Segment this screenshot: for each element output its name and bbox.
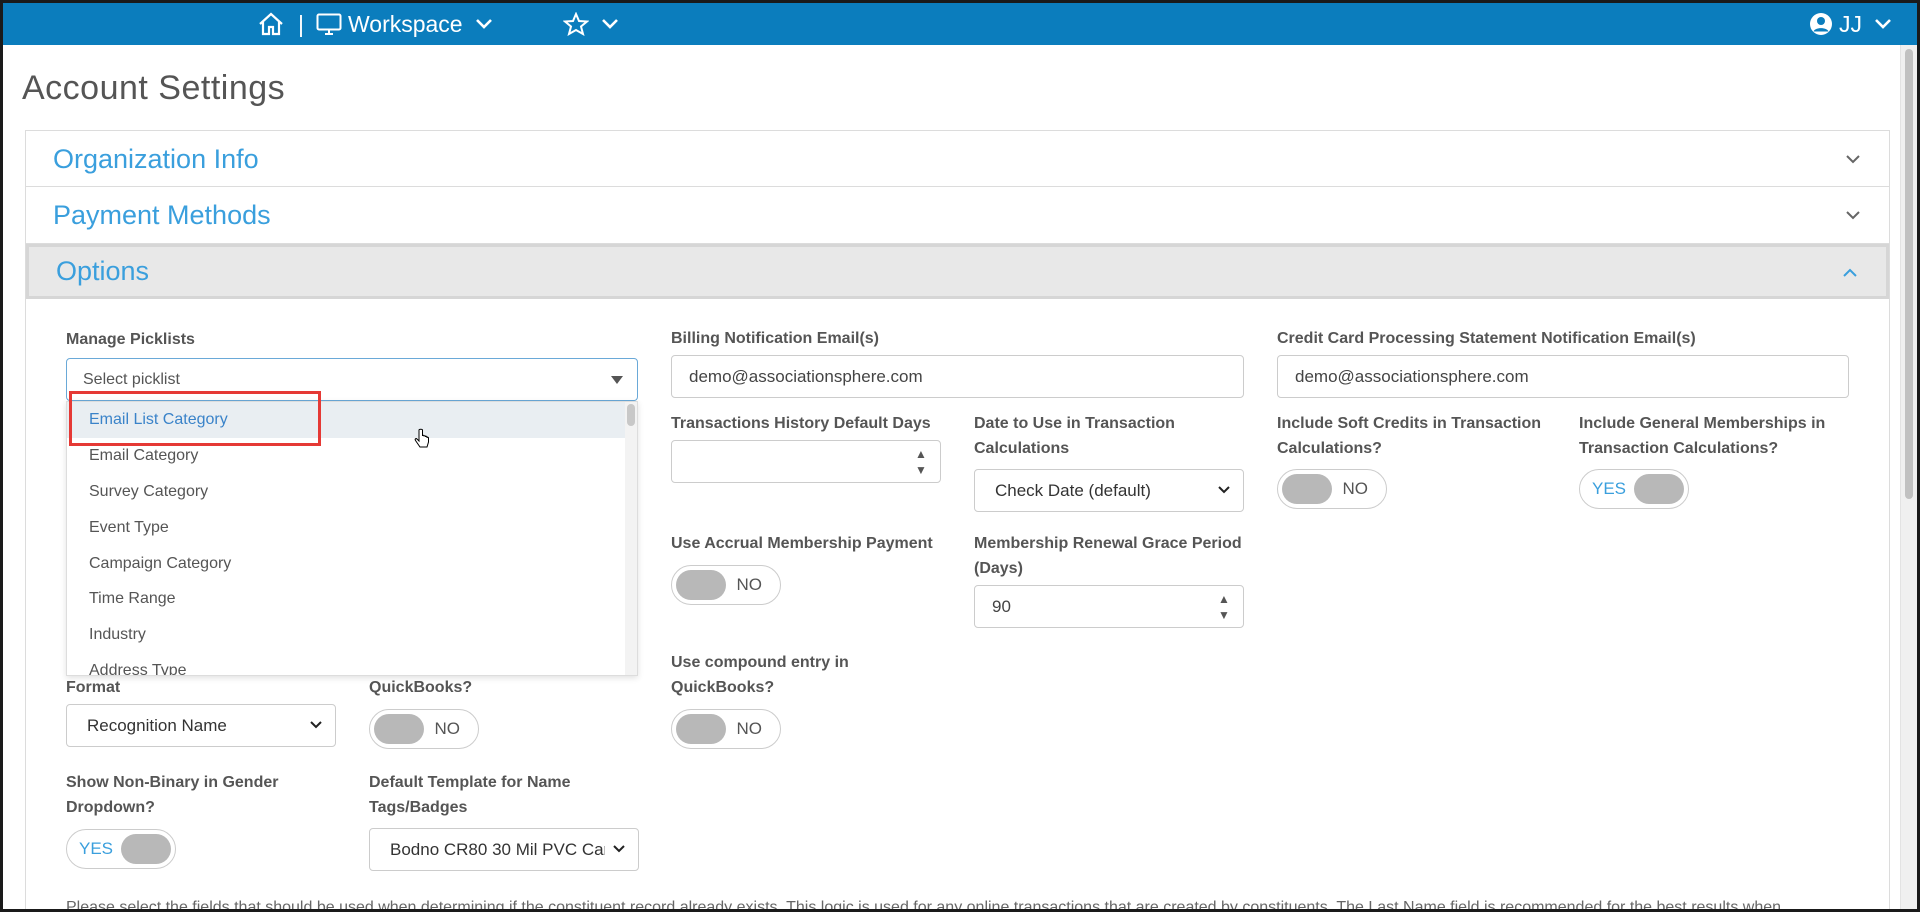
monitor-icon[interactable] [316, 13, 342, 35]
number-stepper[interactable]: ▲ ▼ [914, 446, 928, 478]
caret-down-icon[interactable] [597, 359, 637, 400]
chevron-down-icon[interactable] [1845, 151, 1861, 169]
page-title: Account Settings [22, 69, 286, 107]
nav-separator: | [298, 10, 304, 37]
name-tag-template-value: Bodno CR80 30 Mil PVC Card [390, 839, 605, 859]
user-menu[interactable]: JJ [1839, 11, 1862, 38]
highlight-annotation-box [69, 391, 321, 446]
cc-statement-email-label: Credit Card Processing Statement Notific… [1277, 330, 1696, 347]
picklist-option[interactable]: Email Category [89, 447, 198, 465]
scrollbar-thumb[interactable] [1905, 49, 1913, 499]
section-payment-methods[interactable]: Payment Methods [25, 186, 1890, 244]
chevron-down-icon [309, 717, 323, 738]
chevron-down-icon [612, 841, 626, 862]
format-label: Format [66, 679, 121, 696]
toggle-state: NO [1342, 479, 1369, 498]
general-memberships-label: Include General Memberships in Transacti… [1579, 415, 1826, 457]
top-nav-bar: | Workspace JJ [3, 3, 1917, 45]
section-title[interactable]: Payment Methods [53, 200, 271, 231]
field-value: 90 [992, 596, 1011, 616]
general-memberships-toggle[interactable]: YES [1579, 469, 1689, 509]
scrollbar-thumb[interactable] [627, 404, 635, 426]
renewal-grace-field[interactable]: 90 ▲ ▼ [974, 585, 1244, 628]
quickbooks-toggle[interactable]: NO [369, 709, 479, 749]
accrual-payment-label: Use Accrual Membership Payment [671, 535, 933, 552]
cc-statement-email-field[interactable]: demo@associationsphere.com [1277, 355, 1849, 398]
format-select[interactable]: Recognition Name [66, 704, 336, 747]
chevron-down-icon [1217, 482, 1231, 503]
star-icon[interactable] [563, 12, 589, 36]
duplicate-check-description: Please select the fields that should be … [66, 899, 1782, 912]
page-scrollbar[interactable] [1900, 45, 1917, 909]
chevron-down-icon[interactable] [1874, 18, 1892, 30]
quickbooks-label: QuickBooks? [369, 679, 473, 696]
billing-email-label: Billing Notification Email(s) [671, 330, 880, 347]
toggle-knob [676, 714, 726, 744]
chevron-down-icon[interactable] [475, 18, 493, 30]
toggle-state: YES [1592, 479, 1627, 498]
soft-credits-toggle[interactable]: NO [1277, 469, 1387, 509]
toggle-state: YES [79, 839, 114, 858]
name-tag-template-label: Default Template for Name Tags/Badges [369, 774, 571, 816]
transactions-history-days-label: Transactions History Default Days [671, 415, 931, 432]
chevron-down-icon[interactable] [1845, 207, 1861, 225]
section-title[interactable]: Organization Info [53, 144, 259, 175]
app-window: | Workspace JJ Account Settings Organiza… [0, 0, 1920, 912]
renewal-grace-label: Membership Renewal Grace Period (Days) [974, 535, 1242, 577]
toggle-knob [121, 834, 171, 864]
non-binary-label: Show Non-Binary in Gender Dropdown? [66, 774, 279, 816]
format-value: Recognition Name [87, 715, 227, 735]
compound-entry-toggle[interactable]: NO [671, 709, 781, 749]
picklist-option[interactable]: Survey Category [89, 483, 208, 501]
picklist-option[interactable]: Time Range [89, 590, 176, 608]
dropdown-scrollbar[interactable] [625, 402, 637, 675]
picklist-option[interactable]: Event Type [89, 519, 169, 537]
picklist-placeholder: Select picklist [83, 371, 180, 388]
date-in-transaction-select[interactable]: Check Date (default) [974, 469, 1244, 512]
date-in-transaction-label: Date to Use in Transaction Calculations [974, 415, 1175, 457]
chevron-up-icon[interactable] [1842, 265, 1858, 283]
billing-email-field[interactable]: demo@associationsphere.com [671, 355, 1244, 398]
toggle-knob [1634, 474, 1684, 504]
section-title[interactable]: Options [56, 256, 149, 287]
toggle-state: NO [736, 719, 763, 738]
toggle-knob [374, 714, 424, 744]
date-in-transaction-value: Check Date (default) [995, 480, 1151, 500]
home-icon[interactable] [258, 12, 284, 36]
chevron-down-icon[interactable] [601, 18, 619, 30]
picklist-option[interactable]: Address Type [89, 662, 187, 675]
toggle-knob [1282, 474, 1332, 504]
toggle-state: NO [736, 575, 763, 594]
manage-picklists-label: Manage Picklists [66, 331, 195, 348]
transactions-history-days-field[interactable]: ▲ ▼ [671, 440, 941, 483]
number-stepper[interactable]: ▲ ▼ [1217, 591, 1231, 623]
user-circle-icon[interactable] [1809, 12, 1833, 36]
picklist-option[interactable]: Campaign Category [89, 555, 231, 573]
name-tag-template-select[interactable]: Bodno CR80 30 Mil PVC Card [369, 828, 639, 871]
toggle-state: NO [434, 719, 461, 738]
section-organization-info[interactable]: Organization Info [25, 130, 1890, 188]
compound-entry-label: Use compound entry in QuickBooks? [671, 654, 849, 696]
soft-credits-label: Include Soft Credits in Transaction Calc… [1277, 415, 1542, 457]
toggle-knob [676, 570, 726, 600]
workspace-menu[interactable]: Workspace [348, 11, 463, 38]
picklist-option[interactable]: Industry [89, 626, 146, 644]
non-binary-toggle[interactable]: YES [66, 829, 176, 869]
accrual-payment-toggle[interactable]: NO [671, 565, 781, 605]
hand-cursor-icon [414, 428, 430, 457]
